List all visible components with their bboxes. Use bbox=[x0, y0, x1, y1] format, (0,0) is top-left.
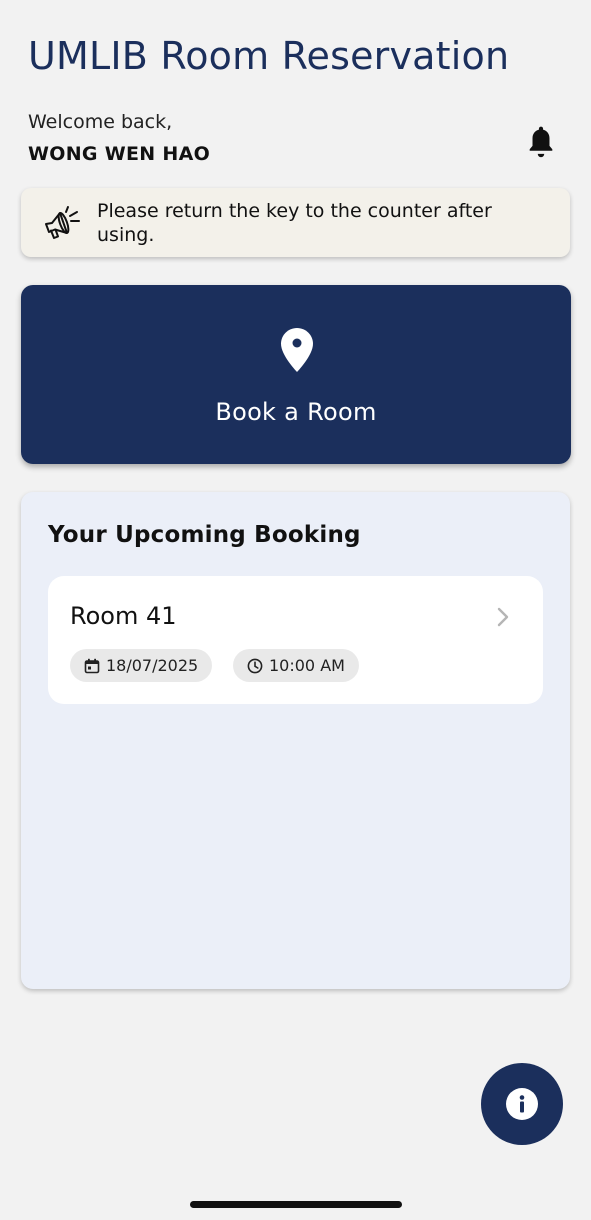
booking-room-name: Room 41 bbox=[70, 602, 177, 630]
booking-date-chip: 18/07/2025 bbox=[70, 649, 213, 682]
user-name: WONG WEN HAO bbox=[28, 143, 211, 165]
booking-date: 18/07/2025 bbox=[106, 656, 199, 675]
booking-time: 10:00 AM bbox=[269, 656, 345, 675]
booking-card[interactable]: Room 41 18/07/2025 10:00 AM bbox=[48, 576, 543, 704]
booking-time-chip: 10:00 AM bbox=[233, 649, 359, 682]
announcement-text: Please return the key to the counter aft… bbox=[97, 200, 492, 246]
app-title: UMLIB Room Reservation bbox=[28, 34, 510, 78]
upcoming-title: Your Upcoming Booking bbox=[48, 522, 361, 548]
welcome-text: Welcome back, bbox=[28, 111, 173, 133]
announcement-banner: Please return the key to the counter aft… bbox=[21, 188, 570, 257]
home-screen: UMLIB Room Reservation Welcome back, WON… bbox=[0, 0, 591, 1220]
book-room-button[interactable]: Book a Room bbox=[21, 285, 571, 464]
bell-icon[interactable] bbox=[525, 124, 557, 160]
calendar-icon bbox=[84, 658, 100, 673]
megaphone-icon bbox=[41, 202, 85, 242]
chevron-right-icon bbox=[494, 605, 512, 629]
location-pin-icon bbox=[280, 327, 314, 373]
info-icon bbox=[506, 1088, 538, 1120]
book-room-label: Book a Room bbox=[215, 398, 377, 426]
clock-icon bbox=[247, 658, 263, 673]
home-indicator bbox=[190, 1201, 402, 1208]
upcoming-bookings-panel: Your Upcoming Booking Room 41 18/07/2025 bbox=[21, 492, 570, 989]
info-button[interactable] bbox=[481, 1063, 563, 1145]
